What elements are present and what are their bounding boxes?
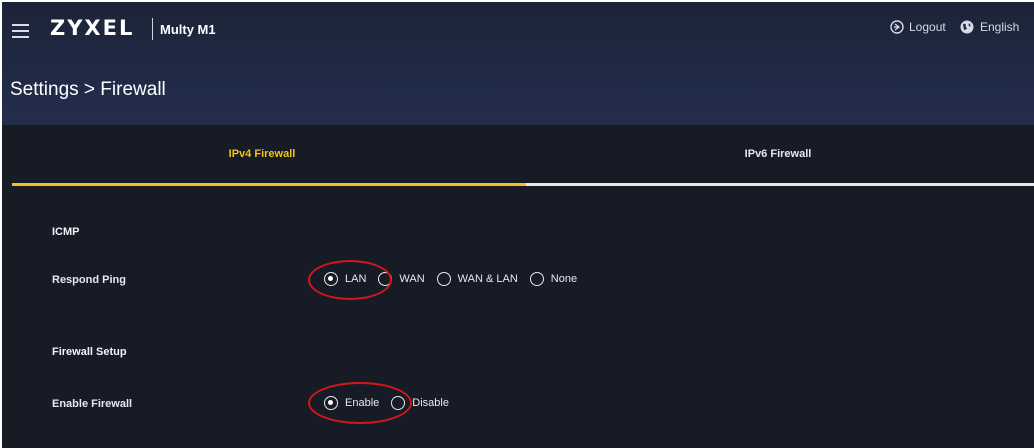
icmp-section-title: ICMP <box>52 226 80 238</box>
radio-label: WAN & LAN <box>457 273 518 285</box>
radio-unchecked-icon <box>391 396 406 410</box>
tab-ipv4-firewall[interactable]: IPv4 Firewall <box>2 125 522 183</box>
respond-ping-option-wan[interactable]: WAN <box>378 272 425 286</box>
radio-label: Disable <box>412 397 449 409</box>
firewall-option-enable[interactable]: Enable <box>324 396 379 410</box>
respond-ping-radio-group: LAN WAN WAN & LAN None <box>324 272 589 286</box>
enable-firewall-radio-group: Enable Disable <box>324 396 461 410</box>
radio-unchecked-icon <box>378 272 393 286</box>
logout-button[interactable]: Logout <box>890 20 946 34</box>
radio-unchecked-icon <box>436 272 451 286</box>
globe-icon <box>960 20 974 34</box>
enable-firewall-label: Enable Firewall <box>52 398 133 410</box>
breadcrumb: Settings > Firewall <box>10 79 166 100</box>
respond-ping-option-lan[interactable]: LAN <box>324 272 366 286</box>
respond-ping-option-wan-lan[interactable]: WAN & LAN <box>436 272 518 286</box>
radio-unchecked-icon <box>529 272 544 286</box>
respond-ping-label: Respond Ping <box>52 274 126 286</box>
logout-icon <box>890 20 904 34</box>
radio-label: LAN <box>345 273 367 285</box>
hamburger-menu-icon[interactable] <box>12 24 29 38</box>
firewall-settings-panel: ICMP Respond Ping LAN WAN WAN & LAN None… <box>2 186 1034 448</box>
brand-divider <box>152 18 153 40</box>
logout-label: Logout <box>909 20 946 34</box>
radio-label: WAN <box>399 273 425 285</box>
app-frame: ZYXEL Multy M1 Logout English Settings >… <box>2 2 1034 448</box>
radio-label: None <box>550 273 578 285</box>
respond-ping-option-none[interactable]: None <box>529 272 578 286</box>
model-name: Multy M1 <box>160 22 216 37</box>
radio-checked-icon <box>324 396 338 410</box>
firewall-setup-section-title: Firewall Setup <box>52 346 127 358</box>
tab-bar: IPv4 Firewall IPv6 Firewall <box>2 125 1034 186</box>
brand-logo: ZYXEL <box>50 16 135 40</box>
firewall-option-disable[interactable]: Disable <box>391 396 449 410</box>
radio-checked-icon <box>324 272 338 286</box>
tab-ipv6-firewall[interactable]: IPv6 Firewall <box>522 125 1034 183</box>
language-label: English <box>980 20 1020 34</box>
language-selector[interactable]: English <box>960 20 1019 34</box>
top-header: ZYXEL Multy M1 Logout English Settings >… <box>2 2 1034 125</box>
radio-label: Enable <box>345 397 380 409</box>
